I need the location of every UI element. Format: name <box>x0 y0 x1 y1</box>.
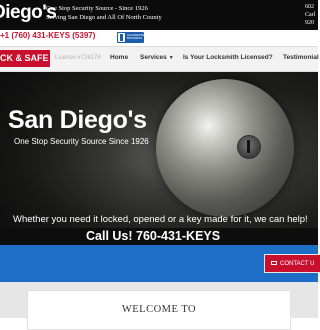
top-header: Diego's One Stop Security Source - Since… <box>0 0 318 30</box>
header-tagline: One Stop Security Source - Since 1926 <box>46 5 148 12</box>
hero-subtitle: One Stop Security Source Since 1926 <box>14 137 149 146</box>
phone-bar: +1 (760) 431-KEYS (5397) ACCREDITED BUSI… <box>0 30 318 47</box>
nav-brand-logo[interactable]: CK & SAFE <box>0 50 50 67</box>
bbb-seal-icon <box>118 33 125 42</box>
hero-message: Whether you need it locked, opened or a … <box>13 214 308 225</box>
license-number: License #726174 <box>55 55 101 61</box>
keyhole-icon <box>237 135 261 159</box>
nav-item-licensed[interactable]: Is Your Locksmith Licensed? <box>183 54 273 61</box>
door-knob-image <box>156 79 294 217</box>
contact-button-label: CONTACT U <box>280 261 315 267</box>
hero-title: San Diego's <box>8 106 147 134</box>
envelope-icon <box>271 261 277 266</box>
phone-link[interactable]: +1 (760) 431-KEYS (5397) <box>0 31 95 40</box>
welcome-heading: WELCOME TO <box>121 304 197 315</box>
header-service-area: Serving San Diego and All Of North Count… <box>46 14 162 21</box>
call-us-text[interactable]: Call Us! 760-431-KEYS <box>86 229 220 243</box>
bbb-label: ACCREDITED BUSINESS <box>127 33 147 41</box>
nav-item-services[interactable]: Services ▼ <box>140 54 174 61</box>
nav-item-services-label: Services <box>140 54 167 61</box>
address-line-1: 602 <box>305 4 314 10</box>
contact-us-button[interactable]: CONTACT U <box>264 254 320 273</box>
chevron-down-icon: ▼ <box>168 55 174 61</box>
address-line-2: Carl <box>305 12 316 18</box>
nav-item-home[interactable]: Home <box>110 54 128 61</box>
address-line-3: 920 <box>305 20 314 26</box>
nav-item-testimonials[interactable]: Testimonial <box>283 54 319 61</box>
main-nav: CK & SAFE License #726174 Home Services ▼… <box>0 47 319 72</box>
bbb-badge[interactable]: ACCREDITED BUSINESS <box>117 32 147 43</box>
